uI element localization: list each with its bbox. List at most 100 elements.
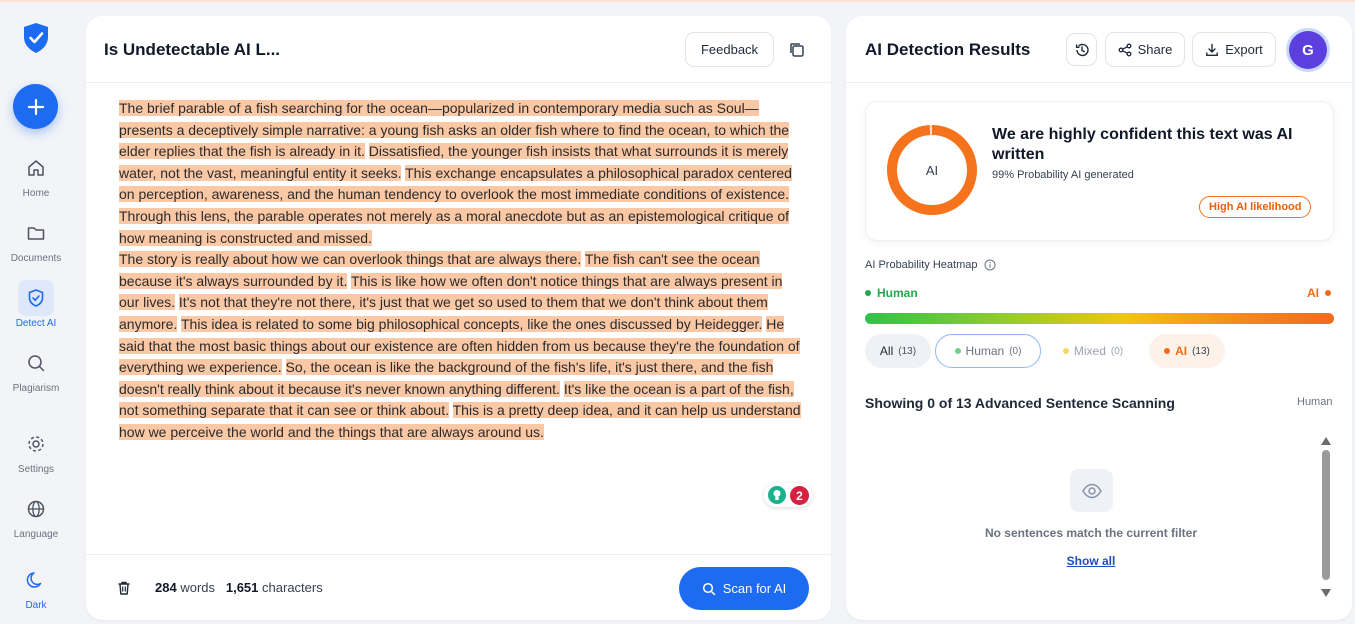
download-icon bbox=[1206, 43, 1219, 56]
ring-label: AI bbox=[925, 162, 939, 178]
green-dot-icon bbox=[865, 290, 871, 296]
text-segment bbox=[282, 359, 286, 375]
heatmap-title: AI Probability Heatmap bbox=[865, 259, 996, 271]
moon-icon bbox=[26, 572, 42, 588]
new-document-button[interactable] bbox=[13, 84, 58, 129]
suggestion-badges[interactable]: 2 bbox=[764, 483, 812, 507]
sidebar-item-label: Home bbox=[22, 188, 50, 199]
heatmap-title-text: AI Probability Heatmap bbox=[865, 259, 978, 271]
verdict-card: AI We are highly confident this text was… bbox=[865, 101, 1334, 241]
sidebar-item-label: Documents bbox=[10, 253, 62, 264]
share-button[interactable]: Share bbox=[1105, 32, 1185, 67]
word-count: 284 bbox=[155, 580, 177, 595]
trash-icon[interactable] bbox=[116, 580, 132, 596]
document-title[interactable]: Is Undetectable AI L... bbox=[104, 40, 280, 60]
sidebar-item-home[interactable]: Home bbox=[0, 150, 72, 199]
editor-panel: Is Undetectable AI L... Feedback The bri… bbox=[86, 16, 831, 620]
folder-icon bbox=[27, 227, 45, 240]
share-label: Share bbox=[1137, 42, 1173, 57]
sidebar-item-detect-ai[interactable]: Detect AI bbox=[0, 280, 72, 329]
sidebar-item-label: Dark bbox=[25, 600, 47, 611]
scroll-up-arrow-icon[interactable] bbox=[1321, 437, 1331, 445]
export-label: Export bbox=[1225, 42, 1263, 57]
heatmap-ai-label: AI bbox=[1307, 286, 1331, 300]
orange-dot-icon bbox=[1325, 290, 1331, 296]
filter-all[interactable]: All (13) bbox=[865, 334, 931, 368]
history-button[interactable] bbox=[1066, 33, 1097, 66]
green-dot-icon bbox=[954, 348, 961, 354]
plus-icon bbox=[27, 98, 44, 115]
ai-flagged-sentence[interactable]: This idea is related to some big philoso… bbox=[181, 315, 763, 332]
results-header: AI Detection Results Share Export G bbox=[846, 16, 1352, 83]
history-icon bbox=[1075, 43, 1089, 56]
active-filter-label: Human bbox=[1297, 396, 1333, 408]
sidebar-item-settings[interactable]: Settings bbox=[0, 426, 72, 475]
filter-count: (0) bbox=[1110, 345, 1124, 357]
editor-footer: 284 words 1,651 characters Scan for AI bbox=[86, 554, 831, 620]
scroll-down-arrow-icon[interactable] bbox=[1321, 589, 1331, 597]
results-title: AI Detection Results bbox=[865, 40, 1031, 59]
sidebar-item-dark[interactable]: Dark bbox=[0, 562, 72, 611]
sidebar: Home Documents Detect AI Plagiarism Sett… bbox=[0, 0, 72, 624]
word-label: words bbox=[180, 580, 216, 595]
char-label: characters bbox=[262, 580, 323, 595]
heatmap-left-text: Human bbox=[877, 286, 918, 300]
search-icon bbox=[702, 582, 715, 595]
results-panel: AI Detection Results Share Export G AI W… bbox=[846, 16, 1352, 620]
word-char-count: 284 words 1,651 characters bbox=[155, 580, 323, 595]
share-icon bbox=[1118, 43, 1132, 56]
yellow-dot-icon bbox=[1062, 348, 1069, 354]
issue-count-badge[interactable]: 2 bbox=[790, 486, 809, 505]
editor-header: Is Undetectable AI L... Feedback bbox=[86, 16, 831, 83]
orange-dot-icon bbox=[1164, 348, 1171, 354]
ai-flagged-sentence[interactable]: The story is really about how we can ove… bbox=[119, 251, 582, 268]
sidebar-item-label: Settings bbox=[17, 464, 55, 475]
heatmap-human-label: Human bbox=[865, 286, 918, 300]
filter-human[interactable]: Human (0) bbox=[935, 334, 1041, 368]
feedback-button[interactable]: Feedback bbox=[685, 32, 774, 67]
sentence-scan-title: Showing 0 of 13 Advanced Sentence Scanni… bbox=[865, 395, 1175, 411]
filter-count: (0) bbox=[1009, 345, 1022, 357]
home-icon bbox=[28, 160, 44, 176]
filter-label: AI bbox=[1175, 344, 1188, 358]
user-avatar[interactable]: G bbox=[1289, 31, 1327, 69]
filter-label: Human bbox=[965, 344, 1005, 358]
filter-count: (13) bbox=[898, 345, 917, 357]
likelihood-badge: High AI likelihood bbox=[1199, 196, 1312, 218]
eye-icon bbox=[1070, 469, 1113, 512]
sidebar-item-language[interactable]: Language bbox=[0, 491, 72, 540]
copy-button[interactable] bbox=[786, 39, 808, 61]
filter-label: All bbox=[879, 344, 894, 358]
gear-icon bbox=[28, 436, 44, 452]
search-icon bbox=[28, 355, 45, 372]
scan-label: Scan for AI bbox=[722, 581, 787, 596]
sidebar-item-label: Plagiarism bbox=[12, 383, 60, 394]
scan-for-ai-button[interactable]: Scan for AI bbox=[679, 567, 809, 610]
filter-ai[interactable]: AI (13) bbox=[1149, 334, 1225, 368]
top-accent-line bbox=[0, 0, 1355, 2]
sidebar-item-label: Language bbox=[13, 529, 59, 540]
show-all-link[interactable]: Show all bbox=[846, 554, 1336, 568]
document-text-area[interactable]: The brief parable of a fish searching fo… bbox=[119, 98, 804, 444]
sidebar-item-plagiarism[interactable]: Plagiarism bbox=[0, 345, 72, 394]
heatmap-gradient-bar bbox=[865, 313, 1334, 324]
globe-icon bbox=[27, 500, 45, 518]
lightbulb-icon[interactable] bbox=[768, 486, 786, 504]
char-count: 1,651 bbox=[225, 580, 259, 595]
copy-icon bbox=[790, 43, 804, 57]
filter-label: Mixed bbox=[1073, 344, 1106, 358]
verdict-subtitle: 99% Probability AI generated bbox=[992, 169, 1134, 181]
heatmap-right-text: AI bbox=[1307, 286, 1319, 300]
filter-count: (13) bbox=[1192, 345, 1210, 357]
ai-flagged-sentence[interactable]: Through this lens, the parable operates … bbox=[119, 207, 790, 246]
empty-state-message: No sentences match the current filter bbox=[984, 526, 1198, 540]
export-button[interactable]: Export bbox=[1192, 32, 1276, 67]
verdict-title: We are highly confident this text was AI… bbox=[992, 126, 1293, 163]
scrollbar-thumb[interactable] bbox=[1322, 450, 1330, 580]
sidebar-item-label: Detect AI bbox=[15, 318, 57, 329]
sidebar-item-documents[interactable]: Documents bbox=[0, 215, 72, 264]
shield-logo-icon[interactable] bbox=[22, 22, 50, 54]
info-icon[interactable] bbox=[984, 259, 996, 271]
filter-mixed[interactable]: Mixed (0) bbox=[1050, 334, 1136, 368]
shield-check-icon bbox=[28, 289, 44, 307]
